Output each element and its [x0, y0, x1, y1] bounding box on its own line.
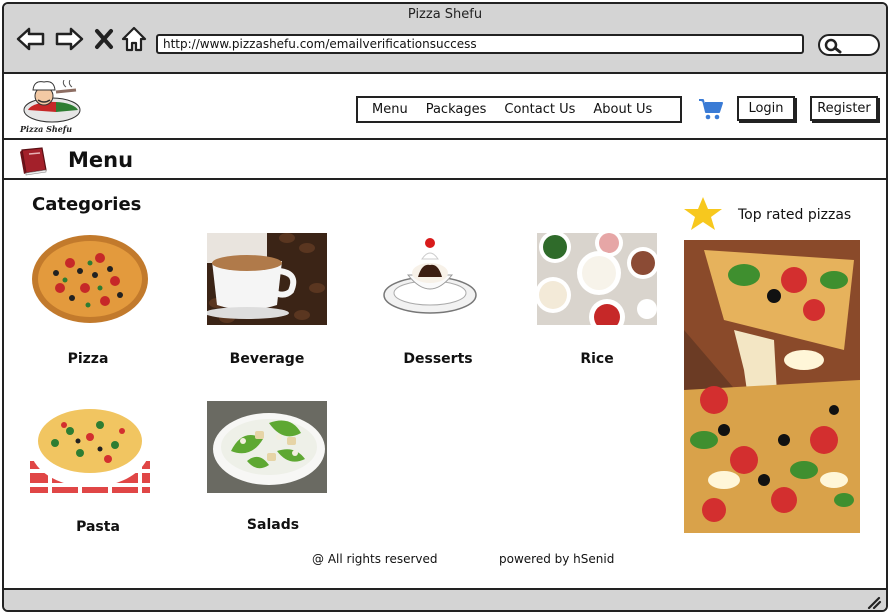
book-icon: [16, 146, 50, 180]
address-bar[interactable]: http://www.pizzashefu.com/emailverificat…: [156, 34, 804, 54]
category-card-salads[interactable]: Salads: [207, 401, 357, 533]
category-card-rice[interactable]: Rice: [537, 233, 687, 367]
category-card-desserts[interactable]: Desserts: [372, 233, 522, 367]
cart-icon[interactable]: [698, 98, 724, 124]
category-label-salads[interactable]: Salads: [213, 517, 333, 533]
category-label-desserts[interactable]: Desserts: [378, 351, 498, 367]
logo-text: Pizza Shefu: [20, 124, 73, 134]
salad-image[interactable]: [207, 401, 327, 493]
window-title: Pizza Shefu: [407, 7, 483, 22]
category-label-beverage[interactable]: Beverage: [207, 351, 327, 367]
rice-image[interactable]: [537, 233, 657, 325]
pasta-image[interactable]: [30, 401, 150, 493]
pizza-shefu-logo[interactable]: Pizza Shefu: [16, 79, 84, 136]
category-label-pizza[interactable]: Pizza: [28, 351, 148, 367]
browser-toolbar: Pizza Shefu http://www.pizzashefu.com/em…: [4, 4, 886, 74]
top-rated-label: Top rated pizzas: [738, 207, 852, 223]
login-button[interactable]: Login: [737, 96, 795, 121]
category-label-rice[interactable]: Rice: [537, 351, 657, 367]
site-header: Pizza Shefu Menu Packages Contact Us Abo…: [4, 76, 886, 140]
forward-icon[interactable]: [54, 26, 84, 52]
main-nav: Menu Packages Contact Us About Us: [356, 96, 682, 123]
browser-status-bar: [4, 588, 886, 610]
close-icon[interactable]: [92, 26, 122, 52]
category-label-pasta[interactable]: Pasta: [38, 519, 158, 535]
home-icon[interactable]: [120, 26, 150, 52]
nav-item-packages[interactable]: Packages: [426, 102, 487, 117]
nav-item-menu[interactable]: Menu: [372, 102, 408, 117]
star-icon: [682, 196, 724, 236]
page-title-bar: Menu: [4, 142, 886, 180]
top-rated-pizza-image[interactable]: [684, 240, 860, 533]
browser-search-input[interactable]: [818, 34, 880, 56]
register-button[interactable]: Register: [810, 96, 878, 121]
nav-item-contact-us[interactable]: Contact Us: [504, 102, 575, 117]
back-icon[interactable]: [16, 26, 46, 52]
search-icon: [824, 38, 842, 54]
dessert-image[interactable]: [372, 233, 492, 325]
footer-powered-by: powered by hSenid: [499, 552, 615, 566]
category-card-pasta[interactable]: Pasta: [30, 401, 180, 535]
chef-logo-icon: [23, 79, 81, 123]
pizza-image[interactable]: [30, 233, 150, 325]
resize-grip-icon[interactable]: [866, 594, 882, 610]
categories-heading: Categories: [32, 194, 142, 215]
footer-rights: @ All rights reserved: [312, 552, 438, 566]
page-title: Menu: [68, 148, 134, 172]
coffee-image[interactable]: [207, 233, 327, 325]
browser-window: Pizza Shefu http://www.pizzashefu.com/em…: [2, 2, 888, 612]
nav-item-about-us[interactable]: About Us: [593, 102, 652, 117]
category-card-pizza[interactable]: Pizza: [30, 233, 180, 367]
category-card-beverage[interactable]: Beverage: [207, 233, 357, 367]
